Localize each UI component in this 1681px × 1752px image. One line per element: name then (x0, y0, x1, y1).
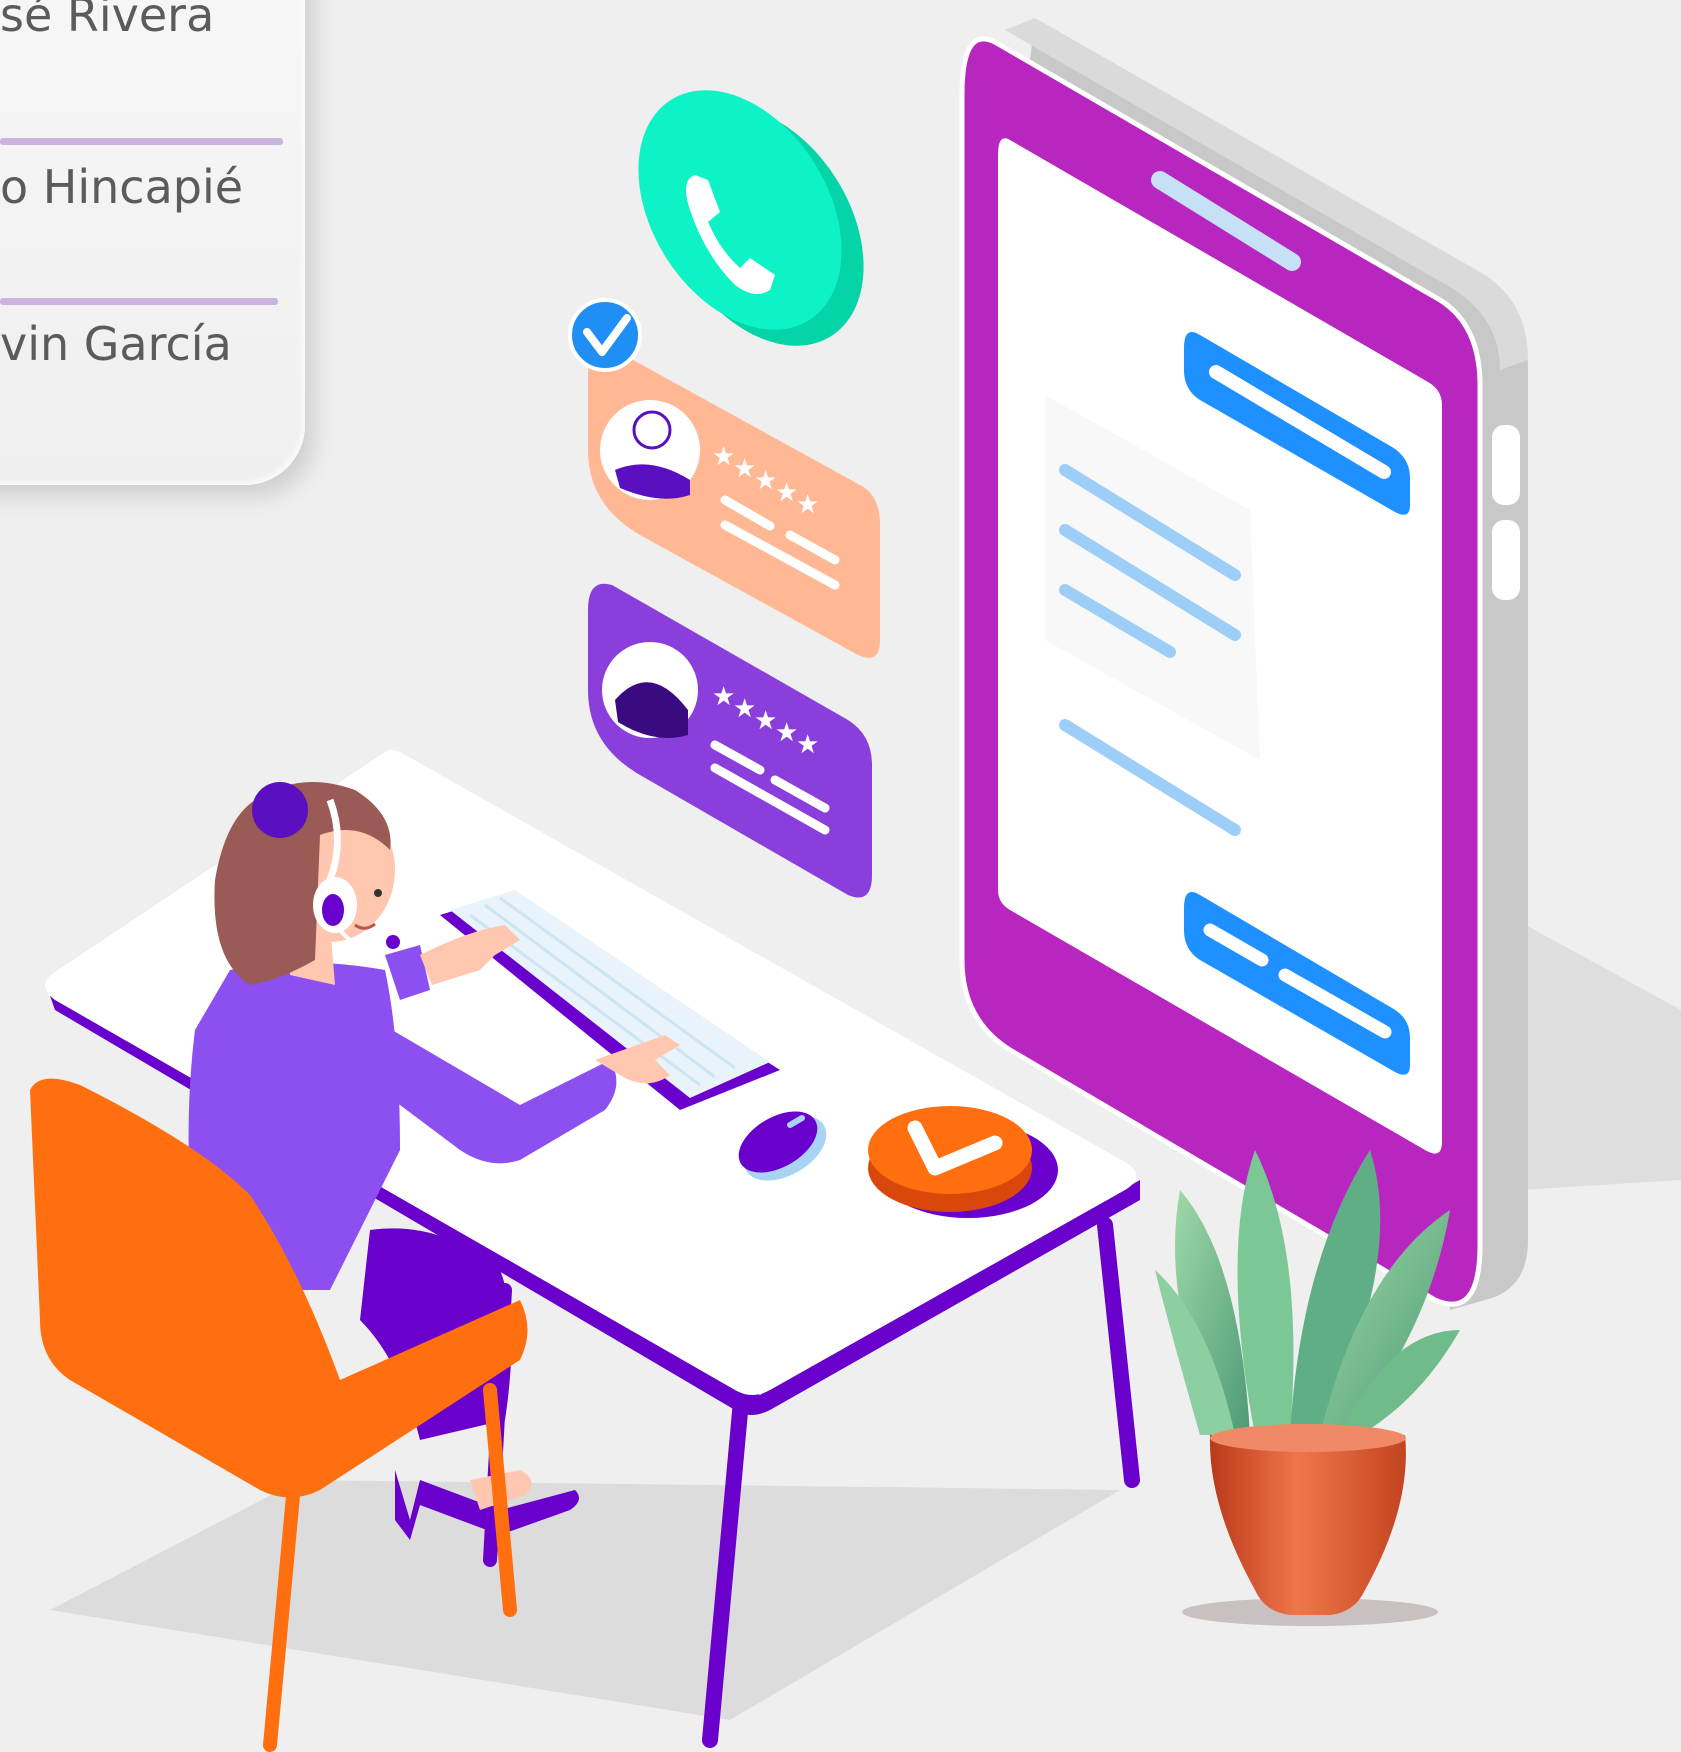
svg-text:★: ★ (754, 706, 777, 736)
phone-call-icon (638, 90, 864, 346)
svg-text:★: ★ (733, 454, 756, 484)
svg-text:★: ★ (712, 682, 735, 712)
svg-text:★: ★ (796, 730, 819, 760)
svg-text:★: ★ (775, 478, 798, 508)
verified-check-icon (568, 298, 642, 372)
smartphone (959, 18, 1528, 1310)
svg-text:★: ★ (775, 718, 798, 748)
phone-side-button (1492, 520, 1520, 600)
svg-text:★: ★ (796, 490, 819, 520)
svg-text:★: ★ (754, 466, 777, 496)
svg-text:★: ★ (733, 694, 756, 724)
svg-text:★: ★ (712, 442, 735, 472)
phone-side-button (1492, 425, 1520, 505)
support-agent-illustration: ★★★★★ ★★★★★ (30, 18, 1681, 1752)
